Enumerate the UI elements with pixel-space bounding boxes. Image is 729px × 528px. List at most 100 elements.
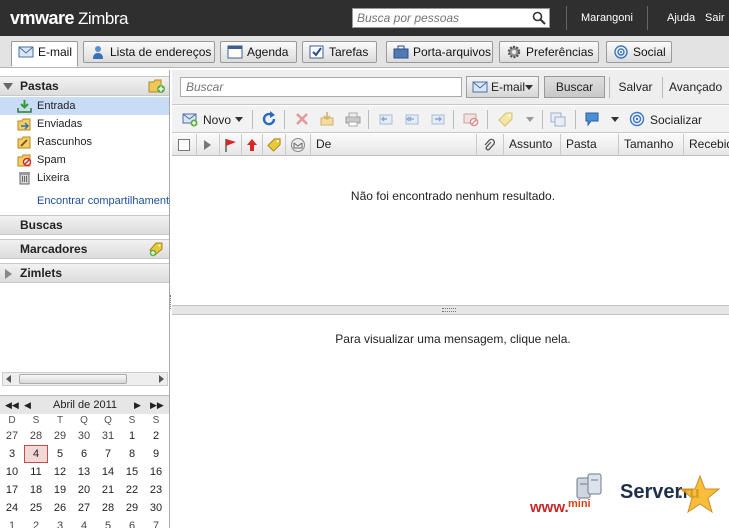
calendar-day[interactable]: 30 [72, 427, 96, 445]
calendar-day[interactable]: 16 [144, 463, 168, 481]
calendar-day[interactable]: 21 [96, 481, 120, 499]
calendar-day[interactable]: 25 [24, 499, 48, 517]
splitter-grip[interactable] [442, 308, 456, 312]
calendar-day[interactable]: 1 [0, 517, 24, 528]
folder-drafts[interactable]: Rascunhos [0, 133, 169, 151]
tag-icon[interactable] [498, 111, 514, 127]
col-flag[interactable] [219, 134, 241, 156]
col-expand[interactable] [196, 134, 218, 156]
calendar-day[interactable]: 24 [0, 499, 24, 517]
chat-icon[interactable] [584, 111, 600, 127]
collapse-arrow-icon[interactable] [3, 83, 13, 90]
calendar-day[interactable]: 6 [120, 517, 144, 528]
spam-icon[interactable] [463, 111, 479, 127]
message-list[interactable]: Não foi encontrado nenhum resultado. [172, 157, 729, 305]
view-icon[interactable] [550, 111, 566, 127]
logout-link[interactable]: Sair [705, 12, 725, 24]
search-input[interactable] [181, 78, 459, 96]
calendar-day[interactable]: 1 [120, 427, 144, 445]
calendar-day[interactable]: 27 [72, 499, 96, 517]
col-size[interactable]: Tamanho [618, 134, 683, 156]
advanced-search-button[interactable]: Avançado [668, 76, 729, 98]
calendar-day[interactable]: 6 [72, 445, 96, 463]
tab-briefcase[interactable]: Porta-arquivos [386, 41, 493, 63]
forward-icon[interactable] [430, 111, 446, 127]
calendar-day[interactable]: 4 [72, 517, 96, 528]
user-name[interactable]: Marangoni [581, 12, 633, 24]
calendar-day[interactable]: 11 [24, 463, 48, 481]
calendar-day[interactable]: 26 [48, 499, 72, 517]
tab-email[interactable]: E-mail [11, 41, 78, 67]
folder-trash[interactable]: Lixeira [0, 169, 169, 187]
new-message-icon[interactable] [182, 111, 198, 127]
tab-social[interactable]: Social [606, 41, 672, 63]
sidebar-scrollbar[interactable] [2, 372, 168, 386]
prev-year-icon[interactable]: ◀◀ [5, 396, 19, 414]
scroll-left-icon[interactable] [6, 375, 11, 383]
refresh-icon[interactable] [261, 111, 277, 127]
prev-month-icon[interactable]: ◀ [24, 396, 31, 414]
calendar-day[interactable]: 8 [120, 445, 144, 463]
calendar-day[interactable]: 30 [144, 499, 168, 517]
calendar-day[interactable]: 22 [120, 481, 144, 499]
calendar-day[interactable]: 29 [120, 499, 144, 517]
search-icon[interactable] [532, 11, 546, 25]
tab-calendar[interactable]: Agenda [220, 41, 297, 63]
calendar-day[interactable]: 9 [144, 445, 168, 463]
calendar-day[interactable]: 15 [120, 463, 144, 481]
chevron-down-icon[interactable] [235, 117, 243, 122]
socialize-button-label[interactable]: Socializar [650, 113, 702, 127]
calendar-day[interactable]: 12 [48, 463, 72, 481]
col-tag[interactable] [262, 134, 285, 156]
reading-pane-splitter[interactable] [172, 305, 729, 315]
chevron-down-icon[interactable] [611, 117, 619, 122]
col-attachment[interactable] [476, 134, 503, 156]
reply-all-icon[interactable] [404, 111, 420, 127]
scrollbar-thumb[interactable] [19, 374, 127, 384]
calendar-day[interactable]: 27 [0, 427, 24, 445]
new-tag-icon[interactable] [148, 241, 165, 257]
calendar-today[interactable]: 4 [24, 445, 48, 463]
social-icon[interactable] [629, 111, 645, 127]
calendar-day[interactable]: 17 [0, 481, 24, 499]
calendar-day[interactable]: 2 [24, 517, 48, 528]
chevron-down-icon[interactable] [526, 117, 534, 122]
calendar-day[interactable]: 18 [24, 481, 48, 499]
folders-header[interactable]: Pastas [0, 76, 169, 96]
tags-header[interactable]: Marcadores [0, 239, 169, 259]
search-button[interactable]: Buscar [544, 76, 605, 98]
calendar-day[interactable]: 10 [0, 463, 24, 481]
tab-tasks[interactable]: Tarefas [302, 41, 377, 63]
calendar-day[interactable]: 20 [72, 481, 96, 499]
calendar-day[interactable]: 5 [48, 445, 72, 463]
col-received[interactable]: Recebido [683, 134, 729, 156]
reply-icon[interactable] [378, 111, 394, 127]
search-type-select[interactable]: E-mail [466, 76, 539, 98]
archive-icon[interactable] [319, 111, 335, 127]
calendar-day[interactable]: 29 [48, 427, 72, 445]
calendar-day[interactable]: 14 [96, 463, 120, 481]
select-all-checkbox[interactable] [178, 139, 190, 151]
tab-preferences[interactable]: Preferências [499, 41, 599, 63]
col-from[interactable]: De [310, 134, 476, 156]
calendar-day[interactable]: 5 [96, 517, 120, 528]
calendar-day[interactable]: 28 [96, 499, 120, 517]
calendar-day[interactable]: 19 [48, 481, 72, 499]
calendar-day[interactable]: 3 [0, 445, 24, 463]
col-subject[interactable]: Assunto [503, 134, 560, 156]
save-search-button[interactable]: Salvar [616, 76, 655, 98]
tab-contacts[interactable]: Lista de endereços [83, 41, 215, 63]
col-folder[interactable]: Pasta [560, 134, 618, 156]
new-folder-icon[interactable] [148, 78, 165, 94]
col-priority[interactable] [241, 134, 262, 156]
scroll-right-icon[interactable] [159, 375, 164, 383]
next-month-icon[interactable]: ▶ [134, 396, 141, 414]
folder-spam[interactable]: Spam [0, 151, 169, 169]
new-button-label[interactable]: Novo [203, 113, 231, 127]
calendar-day[interactable]: 2 [144, 427, 168, 445]
calendar-day[interactable]: 7 [144, 517, 168, 528]
folder-sent[interactable]: Enviadas [0, 115, 169, 133]
calendar-day[interactable]: 23 [144, 481, 168, 499]
col-status[interactable] [285, 134, 310, 156]
next-year-icon[interactable]: ▶▶ [150, 396, 164, 414]
